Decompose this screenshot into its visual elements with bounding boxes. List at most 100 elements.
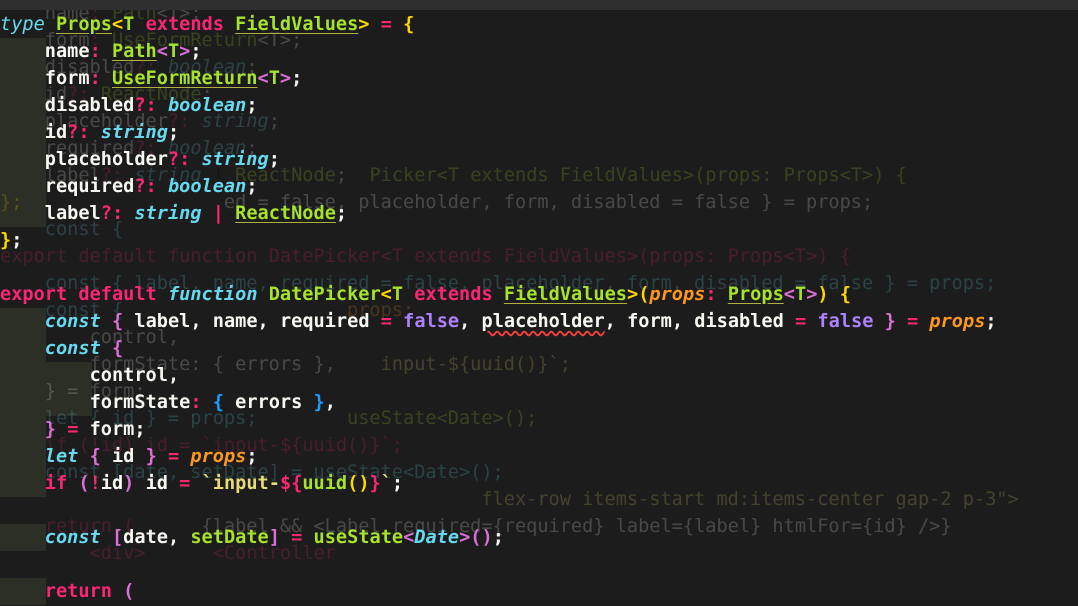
code-token: Props (55, 14, 112, 35)
code-token: T (268, 68, 280, 89)
code-token: = (291, 527, 303, 548)
code-token: | (212, 203, 224, 224)
code-token: ; (492, 527, 504, 548)
code-token: < (257, 68, 269, 89)
code-token: const (44, 338, 101, 359)
code-token: ] (268, 527, 280, 548)
code-editor[interactable]: name: Path<T>; form: UseFormReturn<T>; d… (0, 0, 1078, 606)
code-token: { (111, 311, 124, 332)
code-token: = (907, 311, 919, 332)
code-token: ; (985, 311, 997, 332)
code-token: placeholder (44, 149, 168, 170)
code-token: , (604, 311, 616, 332)
code-token: } (369, 473, 381, 494)
code-token: , (167, 365, 180, 386)
code-token: required (44, 176, 135, 197)
code-token: useState (313, 527, 404, 548)
code-token: ; (246, 95, 258, 116)
code-token: ?: (167, 149, 191, 170)
code-token: ?: (134, 95, 157, 116)
code-token: = (795, 311, 807, 332)
editor-top-strip (0, 0, 1078, 10)
code-token: () (470, 527, 493, 548)
code-token: let (44, 446, 79, 467)
code-token: label (134, 311, 191, 332)
code-token: > (459, 527, 471, 548)
code-token: () (347, 473, 370, 494)
code-token: = (380, 311, 392, 332)
code-token: : (89, 68, 101, 89)
code-token: > (627, 284, 639, 305)
code-token: , (459, 311, 471, 332)
code-token: string (201, 149, 269, 170)
code-token: UseFormReturn (111, 68, 258, 89)
code-line: control, (0, 362, 180, 389)
code-token: { (111, 338, 124, 359)
code-token: ; (268, 111, 280, 132)
code-token: ! (89, 473, 101, 494)
code-line: } = form; (0, 416, 146, 443)
code-token: id (100, 473, 124, 494)
code-line: disabled?: boolean; (0, 92, 258, 119)
code-line: formState: { errors }, (0, 389, 336, 416)
code-token: < (403, 527, 415, 548)
code-token: string (100, 122, 168, 143)
code-token: extends (145, 14, 224, 35)
code-token: formState (89, 392, 191, 413)
code-token: DatePicker (268, 284, 381, 305)
code-token: placeholder (481, 311, 605, 332)
code-token: : (89, 41, 101, 62)
code-token: ?: (100, 203, 124, 224)
code-line: type Props<T extends FieldValues> = { (0, 11, 414, 38)
code-token: false (403, 311, 460, 332)
ghost-line: export default function DatePicker<T ext… (0, 243, 851, 270)
code-token: ; (335, 165, 348, 186)
code-token: , (671, 311, 684, 332)
code-line: if (!id) id = `input-${uuid()}`; (0, 470, 403, 497)
code-token: id (111, 446, 135, 467)
code-token: { (839, 284, 851, 305)
code-token: id (145, 473, 168, 494)
code-token: ; (391, 473, 404, 494)
code-token: props (929, 311, 986, 332)
code-token: const (44, 527, 101, 548)
code-token: control (89, 365, 168, 386)
